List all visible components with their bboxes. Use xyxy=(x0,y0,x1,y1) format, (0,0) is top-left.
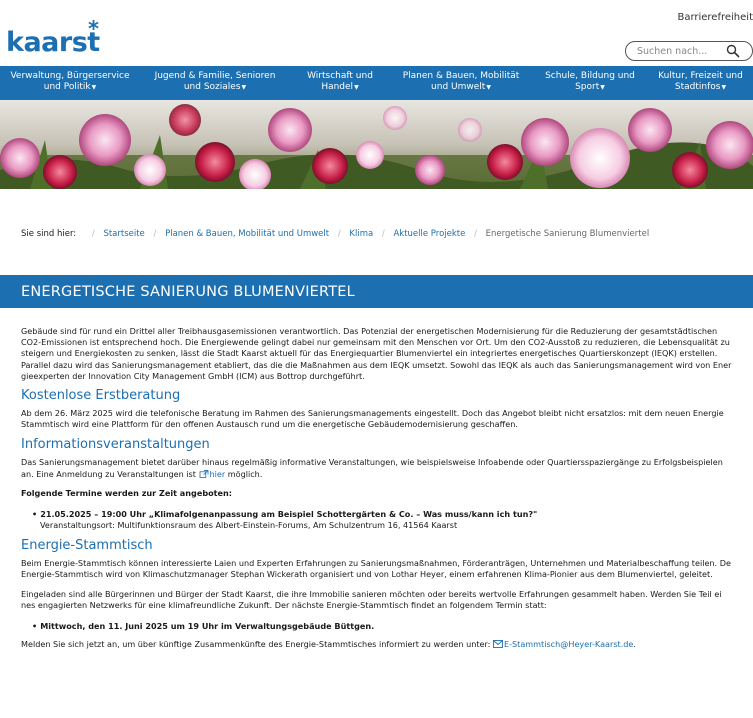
nav-item-planen-bauen[interactable]: Planen & Bauen, Mobilität und Umwelt▼ xyxy=(390,66,532,100)
nav-item-label: Wirtschaft und xyxy=(307,71,373,81)
stammtisch-paragraph-1: Beim Energie-Stammtisch können interessi… xyxy=(21,558,753,580)
nav-item-kultur-freizeit[interactable]: Kultur, Freizeit und Stadtinfos▼ xyxy=(648,66,753,100)
breadcrumb-separator: / xyxy=(337,229,341,239)
nav-item-label: Sport xyxy=(575,82,600,92)
nav-item-schule-bildung[interactable]: Schule, Bildung und Sport▼ xyxy=(532,66,648,100)
list-item: • 21.05.2025 – 19:00 Uhr „Klimafolgenanpa… xyxy=(32,509,753,531)
paragraph-line: Beim Energie-Stammtisch können interessi… xyxy=(21,557,731,568)
event-list: • 21.05.2025 – 19:00 Uhr „Klimafolgenanpa… xyxy=(21,509,753,531)
main-content: Gebäude sind für rund ein Drittel aller … xyxy=(21,326,753,650)
paragraph-line: Ab dem 26. März 2025 wird die telefonisc… xyxy=(21,408,724,419)
dates-heading: Folgende Termine werden zur Zeit angebot… xyxy=(21,487,233,498)
paragraph-line: Energie-Stammtisch wird von Klimaschutzm… xyxy=(21,569,713,580)
main-navigation: Verwaltung, Bürgerservice und Politik▼ J… xyxy=(0,66,753,100)
section-heading-informationsveranstaltungen: Informationsveranstaltungen xyxy=(21,437,210,453)
mail-icon xyxy=(493,639,503,648)
intro-line: Parallel dazu wird das Sanierungsmanagem… xyxy=(21,359,732,370)
email-address: E-Stammtisch@Heyer-Kaarst.de xyxy=(503,638,634,649)
accessibility-link[interactable]: Barrierefreiheit xyxy=(677,12,753,23)
bullet-icon: • xyxy=(32,620,38,631)
nav-item-verwaltung[interactable]: Verwaltung, Bürgerservice und Politik▼ xyxy=(0,66,140,100)
list-item: • Mittwoch, den 11. Juni 2025 um 19 Uhr i… xyxy=(32,621,753,632)
paragraph-line: an. Eine Anmeldung zu Veranstaltungen is… xyxy=(21,468,196,479)
nav-item-label: und Soziales xyxy=(183,82,241,92)
section-heading-erstberatung: Kostenlose Erstberatung xyxy=(21,388,181,404)
registration-link[interactable]: hier xyxy=(199,468,226,479)
intro-paragraph: Gebäude sind für rund ein Drittel aller … xyxy=(21,326,753,382)
paragraph-line: Eingeladen sind alle Bürgerinnen und Bür… xyxy=(21,589,722,600)
nav-item-label: und Umwelt xyxy=(431,82,486,92)
event-location: Veranstaltungsort: Multifunktionsraum de… xyxy=(40,519,458,530)
nav-item-label: Planen & Bauen, Mobilität xyxy=(402,71,520,81)
nav-item-label: Verwaltung, Bürgerservice xyxy=(10,71,130,81)
nav-item-label: Kultur, Freizeit und xyxy=(658,71,743,81)
breadcrumb-lead: Sie sind hier: xyxy=(21,229,77,239)
breadcrumb-separator: / xyxy=(153,229,157,239)
breadcrumb-link-startseite[interactable]: Startseite xyxy=(103,229,144,239)
paragraph-line: möglich. xyxy=(227,468,263,479)
breadcrumb: Sie sind hier: / Startseite / Planen & B… xyxy=(21,229,649,239)
paragraph-line: nes engagierten Netzwerks für eine klima… xyxy=(21,600,547,611)
site-logo[interactable]: kaarst * xyxy=(6,17,100,58)
veranstaltungen-paragraph: Das Sanierungsmanagement bietet darüber … xyxy=(21,457,753,479)
nav-item-label: Jugend & Familie, Senioren xyxy=(154,71,276,81)
nav-item-label: Handel xyxy=(321,82,354,92)
signup-text: Melden Sie sich jetzt an, um über künfti… xyxy=(21,638,491,649)
email-link[interactable]: E-Stammtisch@Heyer-Kaarst.de xyxy=(493,639,633,649)
nav-item-label: Schule, Bildung und xyxy=(545,71,635,81)
intro-line: steigern und Energiekosten zu senken, lä… xyxy=(21,348,718,359)
nav-item-label: Stadtinfos xyxy=(674,82,721,92)
bullet-icon: • xyxy=(32,508,38,519)
page-title-bar: ENERGETISCHE SANIERUNG BLUMENVIERTEL xyxy=(0,275,753,308)
chevron-down-icon: ▼ xyxy=(600,84,605,91)
chevron-down-icon: ▼ xyxy=(91,84,97,91)
intro-line: gieexperten der Innovation City Manageme… xyxy=(21,370,365,381)
paragraph-line: Das Sanierungsmanagement bietet darüber … xyxy=(21,457,723,468)
intro-line: Gebäude sind für rund ein Drittel aller … xyxy=(21,326,718,336)
search-box xyxy=(625,41,753,61)
flower-banner-graphic xyxy=(0,100,753,189)
stammtisch-paragraph-2: Eingeladen sind alle Bürgerinnen und Bür… xyxy=(21,589,753,611)
chevron-down-icon: ▼ xyxy=(354,84,359,91)
chevron-down-icon: ▼ xyxy=(486,84,491,91)
breadcrumb-separator: / xyxy=(381,229,385,239)
breadcrumb-separator: / xyxy=(91,229,95,239)
chevron-down-icon: ▼ xyxy=(241,84,247,91)
event-title: 21.05.2025 – 19:00 Uhr „Klimafolgenanpas… xyxy=(40,508,538,519)
breadcrumb-separator: / xyxy=(474,229,477,239)
search-input[interactable] xyxy=(637,44,723,59)
nav-item-jugend-familie[interactable]: Jugend & Familie, Senioren und Soziales▼ xyxy=(140,66,290,100)
breadcrumb-link-klima[interactable]: Klima xyxy=(349,229,373,239)
registration-link-label: hier xyxy=(209,468,226,479)
hero-image xyxy=(0,100,753,189)
logo-star-icon: * xyxy=(88,17,99,41)
external-link-icon xyxy=(199,469,208,478)
breadcrumb-link-planen-bauen[interactable]: Planen & Bauen, Mobilität und Umwelt xyxy=(165,229,329,239)
signup-paragraph: Melden Sie sich jetzt an, um über künfti… xyxy=(21,639,753,650)
nav-item-wirtschaft[interactable]: Wirtschaft und Handel▼ xyxy=(290,66,390,100)
stammtisch-date: Mittwoch, den 11. Juni 2025 um 19 Uhr im… xyxy=(40,620,375,631)
breadcrumb-link-aktuelle-projekte[interactable]: Aktuelle Projekte xyxy=(393,229,465,239)
page-title: ENERGETISCHE SANIERUNG BLUMENVIERTEL xyxy=(21,284,355,300)
intro-line: CO2-Emissionen ist entsprechend hoch. Di… xyxy=(21,337,730,348)
logo-text: kaarst xyxy=(6,27,100,58)
section-heading-energie-stammtisch: Energie-Stammtisch xyxy=(21,537,153,553)
breadcrumb-current: Energetische Sanierung Blumenviertel xyxy=(485,229,650,239)
stammtisch-date-list: • Mittwoch, den 11. Juni 2025 um 19 Uhr i… xyxy=(21,621,753,632)
paragraph-line: Stammtisch wird eine Plattform für den o… xyxy=(21,419,518,430)
signup-end: . xyxy=(633,638,636,649)
chevron-down-icon: ▼ xyxy=(721,84,727,91)
search-icon[interactable] xyxy=(726,44,740,58)
nav-item-label: und Politik xyxy=(43,82,91,92)
erstberatung-paragraph: Ab dem 26. März 2025 wird die telefonisc… xyxy=(21,408,753,430)
